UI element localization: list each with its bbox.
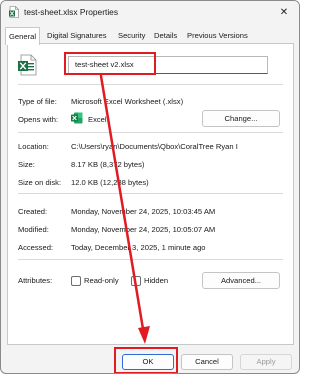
opens-with-value: Excel [88, 115, 107, 124]
apply-button[interactable]: Apply [240, 354, 292, 370]
location-value-box: C:\Users\ryan\Documents\Qbox\CoralTree R… [71, 142, 281, 152]
tab-previous-versions[interactable]: Previous Versions [187, 29, 248, 43]
divider [18, 259, 283, 260]
size-on-disk-value: 12.0 KB (12,288 bytes) [71, 178, 149, 187]
modified-value: Monday, November 24, 2025, 10:05:07 AM [71, 225, 216, 234]
divider [18, 193, 283, 194]
close-icon: ✕ [279, 6, 289, 18]
location-label: Location: [18, 142, 49, 151]
ok-button-highlight [114, 347, 178, 373]
excel-file-icon [18, 54, 37, 76]
excel-file-icon [9, 6, 19, 18]
type-value: Microsoft Excel Worksheet (.xlsx) [71, 97, 184, 106]
size-value: 8.17 KB (8,372 bytes) [71, 160, 145, 169]
accessed-label: Accessed: [18, 243, 54, 252]
modified-label: Modified: [18, 225, 49, 234]
divider [18, 132, 283, 133]
readonly-checkbox[interactable] [71, 276, 81, 286]
created-label: Created: [18, 207, 48, 216]
cancel-button[interactable]: Cancel [181, 354, 233, 370]
filename-highlight [64, 52, 156, 75]
tab-security[interactable]: Security [118, 29, 145, 43]
type-label: Type of file: [18, 97, 57, 106]
opens-with-label: Opens with: [18, 115, 59, 124]
title-bar: test-sheet.xlsx Properties ✕ [1, 1, 299, 23]
size-label: Size: [18, 160, 35, 169]
advanced-button[interactable]: Advanced... [202, 272, 280, 289]
change-button[interactable]: Change... [202, 110, 280, 127]
tab-general[interactable]: General [5, 27, 41, 45]
created-value: Monday, November 24, 2025, 10:03:45 AM [71, 207, 216, 216]
general-panel: test-sheet v2.xlsx Type of file: Microso… [7, 43, 294, 345]
attributes-label: Attributes: [18, 276, 53, 285]
tab-details[interactable]: Details [154, 29, 177, 43]
size-on-disk-label: Size on disk: [18, 178, 62, 187]
tab-digital-signatures[interactable]: Digital Signatures [47, 29, 107, 43]
location-value: C:\Users\ryan\Documents\Qbox\CoralTree R… [71, 142, 238, 151]
hidden-label: Hidden [144, 276, 169, 285]
readonly-label: Read-only [84, 276, 119, 285]
hidden-checkbox[interactable] [131, 276, 141, 286]
divider [18, 84, 283, 85]
close-button[interactable]: ✕ [269, 1, 299, 23]
excel-app-icon [71, 112, 83, 124]
properties-dialog: test-sheet.xlsx Properties ✕ General Dig… [0, 0, 300, 374]
window-title: test-sheet.xlsx Properties [24, 7, 119, 17]
accessed-value: Today, December 3, 2025, 1 minute ago [71, 243, 206, 252]
